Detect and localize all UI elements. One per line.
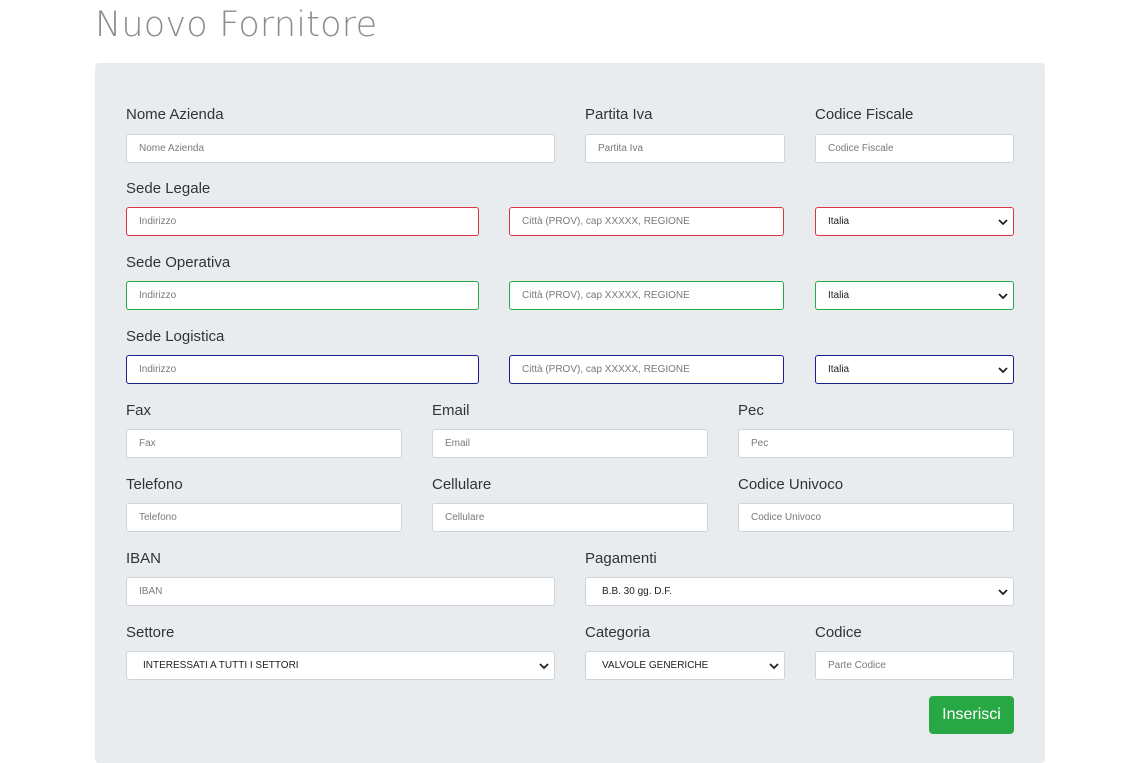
pec-label: Pec bbox=[738, 402, 764, 419]
inserisci-button[interactable]: Inserisci bbox=[929, 696, 1014, 734]
codice-fiscale-input[interactable] bbox=[815, 134, 1014, 163]
sede-logistica-citta-input[interactable] bbox=[509, 355, 784, 384]
sede-operativa-paese-value: Italia bbox=[828, 290, 850, 301]
page-title: Nuovo Fornitore bbox=[95, 5, 378, 45]
sede-logistica-indirizzo-input[interactable] bbox=[126, 355, 479, 384]
pagamenti-select[interactable]: B.B. 30 gg. D.F. bbox=[585, 577, 1014, 606]
cellulare-input[interactable] bbox=[432, 503, 708, 532]
categoria-label: Categoria bbox=[585, 624, 651, 641]
codice-input[interactable] bbox=[815, 651, 1014, 680]
sede-logistica-paese-select[interactable]: Italia bbox=[815, 355, 1014, 384]
partita-iva-label: Partita Iva bbox=[585, 106, 653, 123]
codice-fiscale-label: Codice Fiscale bbox=[815, 106, 914, 123]
sede-legale-citta-input[interactable] bbox=[509, 207, 784, 236]
categoria-select[interactable]: VALVOLE GENERICHE bbox=[585, 651, 785, 680]
sede-logistica-label: Sede Logistica bbox=[126, 328, 225, 345]
sede-legale-paese-select[interactable]: Italia bbox=[815, 207, 1014, 236]
pagamenti-label: Pagamenti bbox=[585, 550, 657, 567]
nome-azienda-label: Nome Azienda bbox=[126, 106, 224, 123]
iban-input[interactable] bbox=[126, 577, 555, 606]
iban-label: IBAN bbox=[126, 550, 162, 567]
telefono-input[interactable] bbox=[126, 503, 402, 532]
settore-value: INTERESSATI A TUTTI I SETTORI bbox=[143, 660, 299, 671]
fax-label: Fax bbox=[126, 402, 152, 419]
sede-logistica-paese-value: Italia bbox=[828, 364, 850, 375]
pagamenti-value: B.B. 30 gg. D.F. bbox=[602, 586, 673, 597]
sede-operativa-indirizzo-input[interactable] bbox=[126, 281, 479, 310]
email-label: Email bbox=[432, 402, 470, 419]
sede-legale-paese-value: Italia bbox=[828, 216, 850, 227]
settore-select[interactable]: INTERESSATI A TUTTI I SETTORI bbox=[126, 651, 555, 680]
categoria-value: VALVOLE GENERICHE bbox=[602, 660, 709, 671]
codice-label: Codice bbox=[815, 624, 862, 641]
telefono-label: Telefono bbox=[126, 476, 183, 493]
fax-input[interactable] bbox=[126, 429, 402, 458]
codice-univoco-input[interactable] bbox=[738, 503, 1014, 532]
codice-univoco-label: Codice Univoco bbox=[738, 476, 844, 493]
email-input[interactable] bbox=[432, 429, 708, 458]
sede-operativa-paese-select[interactable]: Italia bbox=[815, 281, 1014, 310]
pec-input[interactable] bbox=[738, 429, 1014, 458]
sede-operativa-citta-input[interactable] bbox=[509, 281, 784, 310]
sede-legale-indirizzo-input[interactable] bbox=[126, 207, 479, 236]
partita-iva-input[interactable] bbox=[585, 134, 785, 163]
settore-label: Settore bbox=[126, 624, 175, 641]
sede-operativa-label: Sede Operativa bbox=[126, 254, 231, 271]
sede-legale-label: Sede Legale bbox=[126, 180, 211, 197]
nome-azienda-input[interactable] bbox=[126, 134, 555, 163]
cellulare-label: Cellulare bbox=[432, 476, 492, 493]
